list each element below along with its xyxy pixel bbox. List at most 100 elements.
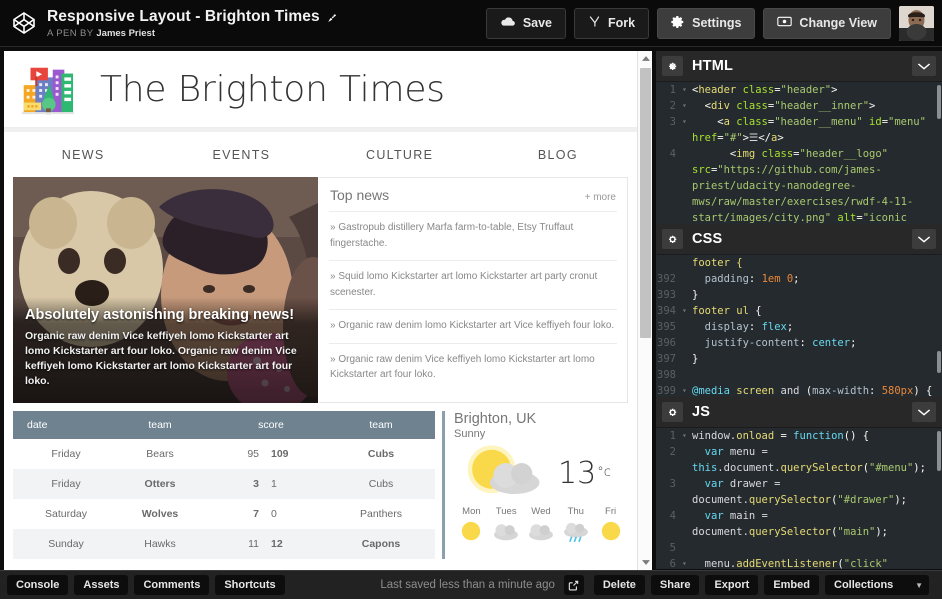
table-row[interactable]: Friday Bears 95 109 Cubs xyxy=(13,439,435,469)
delete-button[interactable]: Delete xyxy=(594,575,645,595)
nav-item-news[interactable]: NEWS xyxy=(4,148,162,162)
preview-scroll-thumb[interactable] xyxy=(640,68,651,338)
html-scroll-thumb[interactable] xyxy=(937,85,941,119)
code-line: 5 xyxy=(656,540,942,556)
code-fold-icon[interactable] xyxy=(682,319,690,335)
gear-icon[interactable] xyxy=(662,56,683,76)
scroll-up-arrow-icon[interactable] xyxy=(638,51,652,66)
pen-title[interactable]: Responsive Layout - Brighton Times xyxy=(47,8,338,26)
code-fold-icon[interactable] xyxy=(682,194,690,210)
code-fold-icon[interactable] xyxy=(682,351,690,367)
code-text: footer { xyxy=(690,255,942,271)
code-fold-icon[interactable]: ▾ xyxy=(682,82,690,98)
gear-icon[interactable] xyxy=(662,402,683,422)
scroll-down-arrow-icon[interactable] xyxy=(638,555,652,570)
js-code-area[interactable]: 1▾window.onload = function() {2 var menu… xyxy=(656,428,942,569)
top-news-more-link[interactable]: + more xyxy=(585,192,616,203)
code-fold-icon[interactable] xyxy=(682,444,690,460)
code-fold-icon[interactable] xyxy=(682,255,690,271)
line-number: 1 xyxy=(656,82,682,98)
external-link-icon[interactable] xyxy=(564,575,584,595)
code-fold-icon[interactable] xyxy=(682,524,690,540)
shortcuts-button[interactable]: Shortcuts xyxy=(215,575,284,595)
code-fold-icon[interactable] xyxy=(682,460,690,476)
collections-dropdown[interactable]: Collections ▼ xyxy=(825,575,929,595)
code-fold-icon[interactable] xyxy=(682,287,690,303)
js-scroll-thumb[interactable] xyxy=(937,431,941,471)
nav-item-culture[interactable]: CULTURE xyxy=(321,148,479,162)
codepen-app: Responsive Layout - Brighton Times A PEN… xyxy=(0,0,942,599)
code-fold-icon[interactable] xyxy=(682,492,690,508)
export-button[interactable]: Export xyxy=(705,575,758,595)
settings-button[interactable]: Settings xyxy=(657,8,755,39)
list-item[interactable]: » Organic raw denim lomo Kickstarter art… xyxy=(329,310,617,344)
forecast-day: Tues xyxy=(489,506,524,548)
fork-button[interactable]: Fork xyxy=(574,8,649,39)
code-fold-icon[interactable]: ▾ xyxy=(682,114,690,130)
list-item[interactable]: » Gastropub distillery Marfa farm-to-tab… xyxy=(329,212,617,261)
save-button[interactable]: Save xyxy=(486,8,566,39)
css-scroll-thumb[interactable] xyxy=(937,351,941,373)
chevron-down-icon[interactable] xyxy=(912,56,936,76)
code-fold-icon[interactable] xyxy=(682,130,690,146)
code-fold-icon[interactable]: ▾ xyxy=(682,383,690,397)
line-number: 1 xyxy=(656,428,682,444)
table-row[interactable]: Friday Otters 3 1 Cubs xyxy=(13,469,435,499)
forecast-day-label: Wed xyxy=(524,506,559,517)
code-fold-icon[interactable]: ▾ xyxy=(682,303,690,319)
assets-button[interactable]: Assets xyxy=(74,575,128,595)
line-number xyxy=(656,210,682,224)
preview-scrollbar[interactable] xyxy=(637,51,652,570)
code-text: justify-content: center; xyxy=(690,335,942,351)
nav-item-blog[interactable]: BLOG xyxy=(479,148,637,162)
change-view-button[interactable]: Change View xyxy=(763,8,891,39)
table-row[interactable]: Sunday Hawks 11 12 Capons xyxy=(13,529,435,559)
code-fold-icon[interactable] xyxy=(682,162,690,178)
list-item[interactable]: » Squid lomo Kickstarter art lomo Kickst… xyxy=(329,261,617,310)
code-fold-icon[interactable] xyxy=(682,210,690,224)
gear-icon[interactable] xyxy=(662,229,683,249)
html-editor-scrollbar[interactable] xyxy=(937,82,942,224)
html-code-area[interactable]: 1▾<header class="header">2▾ <div class="… xyxy=(656,82,942,224)
cell-score2: 109 xyxy=(271,439,327,469)
last-saved-status: Last saved less than a minute ago xyxy=(380,579,555,591)
user-avatar[interactable] xyxy=(899,6,934,41)
code-fold-icon[interactable] xyxy=(682,146,690,162)
code-fold-icon[interactable] xyxy=(682,540,690,556)
code-fold-icon[interactable] xyxy=(682,335,690,351)
code-fold-icon[interactable] xyxy=(682,476,690,492)
code-fold-icon[interactable] xyxy=(682,367,690,383)
code-fold-icon[interactable]: ▾ xyxy=(682,556,690,569)
preview-pane[interactable]: The Brighton Times NEWS EVENTS CULTURE B… xyxy=(4,51,652,570)
chevron-down-icon[interactable] xyxy=(912,402,936,422)
comments-button[interactable]: Comments xyxy=(134,575,209,595)
line-number: 392 xyxy=(656,271,682,287)
line-number xyxy=(656,178,682,194)
share-button[interactable]: Share xyxy=(651,575,700,595)
col-team1: team xyxy=(105,411,215,439)
code-fold-icon[interactable] xyxy=(682,508,690,524)
code-line: mws/raw/master/exercises/rwdf-4-11- xyxy=(656,194,942,210)
list-item[interactable]: » Organic raw denim Vice keffiyeh lomo K… xyxy=(329,344,617,392)
code-fold-icon[interactable]: ▾ xyxy=(682,98,690,114)
code-fold-icon[interactable]: ▾ xyxy=(682,428,690,444)
nav-item-events[interactable]: EVENTS xyxy=(162,148,320,162)
embed-button[interactable]: Embed xyxy=(764,575,819,595)
code-fold-icon[interactable] xyxy=(682,271,690,287)
console-button[interactable]: Console xyxy=(7,575,68,595)
css-editor-scrollbar[interactable] xyxy=(937,255,942,397)
code-text: @media screen and (max-width: 580px) { xyxy=(690,383,942,397)
pen-author[interactable]: James Priest xyxy=(96,28,155,39)
js-editor-scrollbar[interactable] xyxy=(937,428,942,569)
codepen-logo-icon[interactable] xyxy=(12,11,36,35)
code-text: display: flex; xyxy=(690,319,942,335)
table-row[interactable]: Saturday Wolves 7 0 Panthers xyxy=(13,499,435,529)
code-text: src="https://github.com/james- xyxy=(690,162,942,178)
code-text: <img class="header__logo" xyxy=(690,146,942,162)
css-code-area[interactable]: footer {392 padding: 1em 0;393}394▾foote… xyxy=(656,255,942,397)
code-text: document.querySelector("main"); xyxy=(690,524,942,540)
featured-article[interactable]: Absolutely astonishing breaking news! Or… xyxy=(13,177,318,403)
pin-icon[interactable] xyxy=(327,11,338,22)
chevron-down-icon[interactable] xyxy=(912,229,936,249)
code-fold-icon[interactable] xyxy=(682,178,690,194)
